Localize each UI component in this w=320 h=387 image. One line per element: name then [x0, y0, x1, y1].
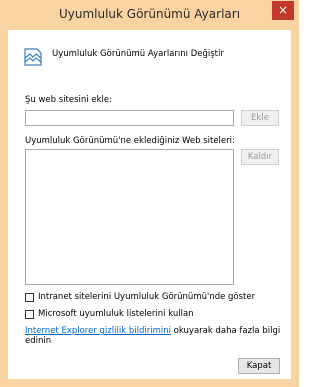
ms-lists-label: Microsoft uyumluluk listelerini kullan — [38, 309, 194, 319]
privacy-line: Internet Explorer gizlilik bildirimini o… — [25, 326, 291, 346]
intranet-label: Intranet sitelerini Uyumluluk Görünümü'n… — [38, 292, 256, 302]
intranet-option[interactable]: Intranet sitelerini Uyumluluk Görünümü'n… — [25, 292, 255, 302]
ms-lists-checkbox[interactable] — [25, 309, 34, 319]
title-bar[interactable]: Uyumluluk Görünümü Ayarları × — [0, 0, 299, 30]
remove-button[interactable]: Kaldır — [241, 149, 279, 165]
dialog-title: Uyumluluk Görünümü Ayarları — [58, 7, 241, 21]
close-icon[interactable]: × — [272, 1, 294, 20]
add-button[interactable]: Ekle — [241, 110, 279, 126]
added-sites-list[interactable] — [25, 149, 234, 285]
add-site-label: Şu web sitesini ekle: — [25, 95, 112, 105]
header-text: Uyumluluk Görünümü Ayarlarını Değiştir — [52, 49, 224, 59]
privacy-link[interactable]: Internet Explorer gizlilik bildirimini — [25, 326, 171, 336]
compatibility-view-icon — [24, 48, 42, 66]
close-button[interactable]: Kapat — [238, 358, 280, 374]
add-site-input[interactable] — [25, 110, 234, 126]
dialog-window: Uyumluluk Görünümü Ayarları × Uyumluluk … — [0, 0, 299, 387]
ms-lists-option[interactable]: Microsoft uyumluluk listelerini kullan — [25, 309, 194, 319]
intranet-checkbox[interactable] — [25, 292, 34, 302]
dialog-content: Uyumluluk Görünümü Ayarlarını Değiştir Ş… — [8, 30, 291, 379]
added-sites-label: Uyumluluk Görünümü'ne eklediğiniz Web si… — [25, 136, 235, 146]
